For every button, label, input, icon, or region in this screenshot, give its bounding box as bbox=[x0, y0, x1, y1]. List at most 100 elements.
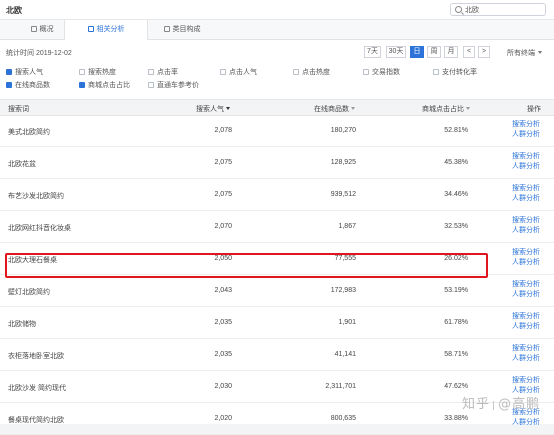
crowd-analysis-link[interactable]: 人群分析 bbox=[512, 418, 552, 428]
metric-click-popularity[interactable]: 点击人气 bbox=[220, 68, 257, 78]
range-day-button[interactable]: 日 bbox=[410, 46, 424, 58]
crowd-analysis-link[interactable]: 人群分析 bbox=[512, 130, 552, 140]
range-30d-button[interactable]: 30天 bbox=[386, 46, 406, 58]
cell-products: 180,270 bbox=[330, 127, 356, 134]
home-icon bbox=[87, 26, 94, 32]
cell-term: 布艺沙发北欧简约 bbox=[8, 193, 64, 200]
checkbox-icon bbox=[6, 69, 12, 75]
crowd-analysis-link[interactable]: 人群分析 bbox=[512, 162, 552, 172]
prev-button[interactable]: < bbox=[463, 46, 475, 58]
metric-search-popularity[interactable]: 搜索人气 bbox=[6, 68, 43, 78]
cell-ratio: 61.78% bbox=[444, 319, 468, 326]
watermark: 知乎 | @高鹏 bbox=[462, 397, 541, 412]
metric-online-products[interactable]: 在线商品数 bbox=[6, 81, 50, 91]
col-mall-click-ratio[interactable]: 商城点击占比 bbox=[422, 104, 470, 114]
checkbox-icon bbox=[433, 69, 439, 75]
cell-products: 41,141 bbox=[334, 351, 356, 358]
cell-popularity: 2,078 bbox=[214, 127, 232, 134]
cell-products: 128,925 bbox=[330, 159, 356, 166]
sort-desc-icon bbox=[226, 107, 230, 110]
search-icon bbox=[455, 6, 462, 13]
cell-popularity: 2,020 bbox=[214, 415, 232, 422]
search-analysis-link[interactable]: 搜索分析 bbox=[512, 344, 552, 354]
cell-products: 172,983 bbox=[330, 287, 356, 294]
metric-trade-index[interactable]: 交易指数 bbox=[363, 68, 400, 78]
cell-ratio: 32.53% bbox=[444, 223, 468, 230]
range-7d-button[interactable]: 7天 bbox=[364, 46, 381, 58]
next-button[interactable]: > bbox=[478, 46, 490, 58]
crowd-analysis-link[interactable]: 人群分析 bbox=[512, 354, 552, 364]
table-row: 北欧花盆 2,075 128,925 45.38% 搜索分析 人群分析 bbox=[0, 148, 554, 179]
row-actions: 搜索分析 人群分析 bbox=[512, 120, 552, 140]
search-analysis-link[interactable]: 搜索分析 bbox=[512, 120, 552, 130]
search-analysis-link[interactable]: 搜索分析 bbox=[512, 248, 552, 258]
metric-click-heat[interactable]: 点击热度 bbox=[293, 68, 330, 78]
cell-popularity: 2,075 bbox=[214, 191, 232, 198]
row-actions: 搜索分析 人群分析 bbox=[512, 216, 552, 236]
checkbox-icon bbox=[220, 69, 226, 75]
table-row: 北欧储物 2,035 1,901 61.78% 搜索分析 人群分析 bbox=[0, 308, 554, 339]
date-bar: 统计时间 2019-12-02 7天 30天 日 周 月 < > 所有终端 bbox=[0, 40, 554, 62]
range-month-button[interactable]: 月 bbox=[444, 46, 458, 58]
cell-term: 北欧沙发 简约现代 bbox=[8, 385, 66, 392]
cell-popularity: 2,030 bbox=[214, 383, 232, 390]
cell-popularity: 2,043 bbox=[214, 287, 232, 294]
search-box[interactable] bbox=[450, 3, 546, 16]
search-analysis-link[interactable]: 搜索分析 bbox=[512, 376, 552, 386]
cell-products: 1,867 bbox=[338, 223, 356, 230]
crowd-analysis-link[interactable]: 人群分析 bbox=[512, 322, 552, 332]
row-actions: 搜索分析 人群分析 bbox=[512, 312, 552, 332]
crowd-analysis-link[interactable]: 人群分析 bbox=[512, 194, 552, 204]
tab-category-composition[interactable]: 类目构成 bbox=[140, 20, 224, 40]
tab-related-analysis[interactable]: 相关分析 bbox=[64, 20, 148, 41]
cell-term: 北欧网红抖音化妆桌 bbox=[8, 225, 71, 232]
metric-mall-click-ratio[interactable]: 商城点击占比 bbox=[79, 81, 130, 91]
top-bar: 北欧 bbox=[0, 0, 554, 20]
table-row: 布艺沙发北欧简约 2,075 939,512 34.46% 搜索分析 人群分析 bbox=[0, 180, 554, 211]
search-analysis-link[interactable]: 搜索分析 bbox=[512, 184, 552, 194]
table-row: 壁灯北欧简约 2,043 172,983 53.19% 搜索分析 人群分析 bbox=[0, 276, 554, 307]
range-week-button[interactable]: 周 bbox=[427, 46, 441, 58]
row-actions: 搜索分析 人群分析 bbox=[512, 280, 552, 300]
metric-search-heat[interactable]: 搜索热度 bbox=[79, 68, 116, 78]
crowd-analysis-link[interactable]: 人群分析 bbox=[512, 290, 552, 300]
row-actions: 搜索分析 人群分析 bbox=[512, 344, 552, 364]
highlight-box bbox=[5, 253, 488, 278]
cell-ratio: 58.71% bbox=[444, 351, 468, 358]
search-analysis-link[interactable]: 搜索分析 bbox=[512, 152, 552, 162]
table-row: 北欧网红抖音化妆桌 2,070 1,867 32.53% 搜索分析 人群分析 bbox=[0, 212, 554, 243]
col-online-products[interactable]: 在线商品数 bbox=[314, 104, 355, 114]
metric-click-rate[interactable]: 点击率 bbox=[148, 68, 178, 78]
col-search-popularity[interactable]: 搜索人气 bbox=[196, 104, 230, 114]
search-input[interactable] bbox=[465, 5, 541, 15]
row-actions: 搜索分析 人群分析 bbox=[512, 152, 552, 172]
cell-ratio: 47.62% bbox=[444, 383, 468, 390]
cell-term: 北欧花盆 bbox=[8, 161, 36, 168]
cell-products: 2,311,701 bbox=[325, 383, 356, 390]
search-analysis-link[interactable]: 搜索分析 bbox=[512, 216, 552, 226]
terminal-dropdown[interactable]: 所有终端 bbox=[507, 48, 542, 58]
row-actions: 搜索分析 人群分析 bbox=[512, 248, 552, 268]
metric-ztc-price[interactable]: 直通车参考价 bbox=[148, 81, 199, 91]
page-title: 北欧 bbox=[6, 6, 22, 15]
col-actions: 操作 bbox=[527, 106, 541, 113]
crowd-analysis-link[interactable]: 人群分析 bbox=[512, 226, 552, 236]
table-header: 搜索词 搜索人气 在线商品数 商城点击占比 操作 bbox=[0, 99, 554, 116]
search-analysis-link[interactable]: 搜索分析 bbox=[512, 280, 552, 290]
cell-ratio: 53.19% bbox=[444, 287, 468, 294]
sort-icon bbox=[466, 107, 470, 110]
cell-products: 1,901 bbox=[338, 319, 356, 326]
cell-popularity: 2,070 bbox=[214, 223, 232, 230]
crowd-analysis-link[interactable]: 人群分析 bbox=[512, 258, 552, 268]
col-search-term: 搜索词 bbox=[8, 106, 29, 113]
table-row: 美式北欧简约 2,078 180,270 52.81% 搜索分析 人群分析 bbox=[0, 116, 554, 147]
cell-term: 美式北欧简约 bbox=[8, 129, 50, 136]
cell-products: 800,635 bbox=[330, 415, 356, 422]
metric-pay-conversion[interactable]: 支付转化率 bbox=[433, 68, 477, 78]
sort-icon bbox=[351, 107, 355, 110]
tab-bar: 概况 相关分析 类目构成 bbox=[0, 20, 554, 41]
search-analysis-link[interactable]: 搜索分析 bbox=[512, 312, 552, 322]
cell-term: 北欧储物 bbox=[8, 321, 36, 328]
table-row: 衣柜落地卧室北欧 2,035 41,141 58.71% 搜索分析 人群分析 bbox=[0, 340, 554, 371]
cell-term: 衣柜落地卧室北欧 bbox=[8, 353, 64, 360]
